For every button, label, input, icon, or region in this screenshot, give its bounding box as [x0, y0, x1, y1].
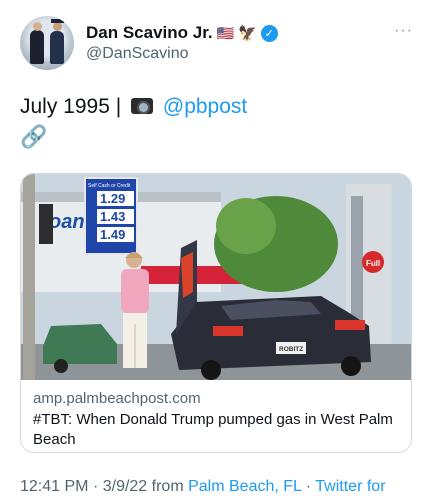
photo-green-car-wheel [54, 359, 68, 373]
tweet-date[interactable]: 3/9/22 [103, 478, 147, 495]
card-domain: amp.palmbeachpost.com [33, 390, 201, 407]
photo-car-wheel-right [341, 356, 361, 376]
avatar[interactable] [20, 16, 74, 70]
source-link[interactable]: Twitter for [315, 478, 385, 495]
verified-badge-icon: ✓ [260, 24, 278, 42]
photo-car-wheel-left [201, 360, 221, 380]
card-photo[interactable]: oan Full Self Cash or Credit 1.29 1.43 1… [21, 174, 412, 380]
author-display-name[interactable]: Dan Scavino Jr. [86, 23, 213, 43]
card-title[interactable]: #TBT: When Donald Trump pumped gas in We… [33, 410, 401, 450]
footer-separator: · [305, 478, 316, 495]
eagle-icon: 🦅 [238, 24, 257, 42]
photo-traffic-light [39, 204, 53, 244]
tweet-time[interactable]: 12:41 PM [20, 478, 88, 495]
photo-plate-text: ROBITZ [279, 346, 303, 353]
photo-car-door-interior [181, 252, 193, 298]
photo-price-3: 1.49 [100, 227, 125, 242]
avatar-person-left [30, 22, 44, 64]
photo-tree-top [216, 198, 276, 254]
photo-person-shirt [121, 269, 149, 313]
photo-pump-label: Full [366, 259, 380, 268]
link-preview-card[interactable]: oan Full Self Cash or Credit 1.29 1.43 1… [20, 173, 412, 453]
card-meta[interactable]: amp.palmbeachpost.com #TBT: When Donald … [21, 380, 411, 452]
photo-price-2: 1.43 [100, 209, 125, 224]
more-options-icon[interactable]: ··· [394, 22, 413, 40]
photo-price-1: 1.29 [100, 191, 125, 206]
tweet: Dan Scavino Jr. 🇺🇸 🦅 ✓ @DanScavino ··· J… [0, 0, 432, 500]
author-handle[interactable]: @DanScavino [86, 45, 189, 63]
photo-store-sign: oan [49, 211, 85, 233]
author-name-row[interactable]: Dan Scavino Jr. 🇺🇸 🦅 ✓ [86, 22, 278, 44]
photo-taillight-right [335, 320, 365, 330]
tweet-text: July 1995 | @pbpost [20, 94, 247, 120]
mention-link[interactable]: @pbpost [163, 95, 247, 118]
photo-person-pants-seam [134, 324, 136, 368]
photo-price-sign-header: Self Cash or Credit [88, 183, 131, 189]
tweet-footer: 12:41 PM · 3/9/22 from Palm Beach, FL · … [20, 478, 386, 496]
location-link[interactable]: Palm Beach, FL [188, 478, 301, 495]
us-flag-icon: 🇺🇸 [216, 25, 235, 41]
footer-separator: · [92, 478, 103, 495]
photo-taillight-left [213, 326, 243, 336]
photo-pole [23, 174, 35, 380]
link-icon: 🔗 [20, 124, 48, 149]
tweet-text-prefix: July 1995 | [20, 95, 122, 118]
camera-flash-icon [131, 98, 154, 114]
avatar-person-right [50, 19, 64, 64]
from-label: from [151, 478, 184, 495]
